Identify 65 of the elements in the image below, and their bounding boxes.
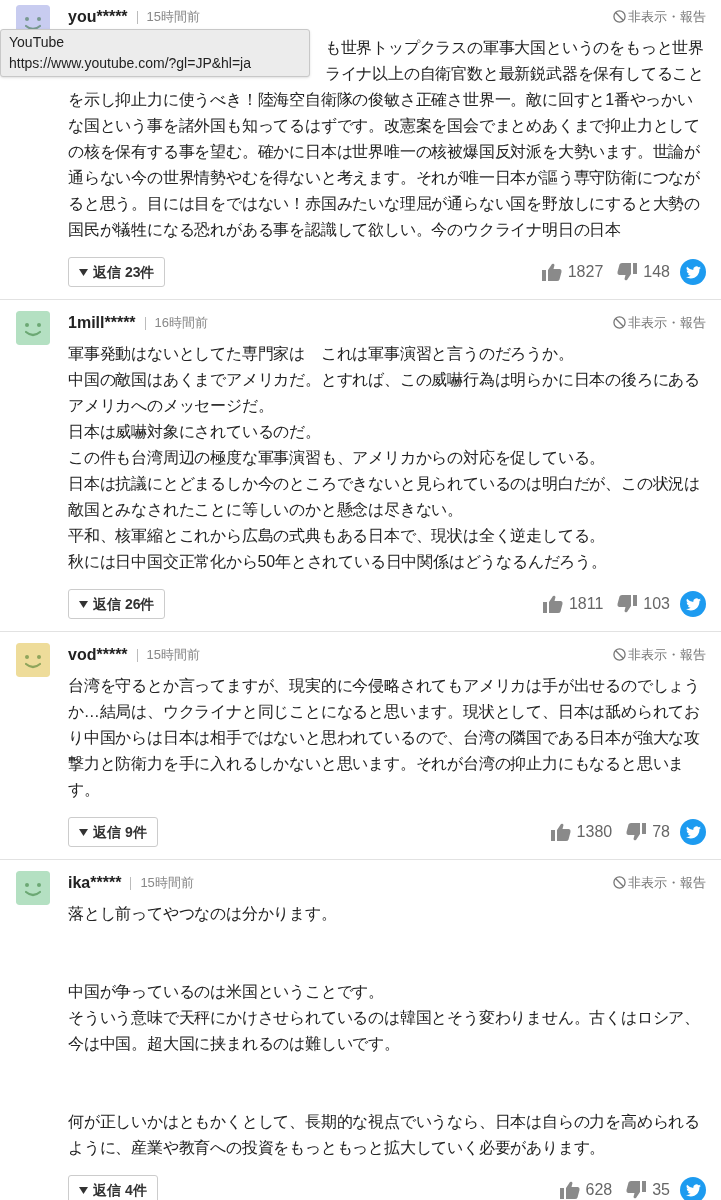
block-icon [613,316,626,330]
thumbs-up-icon[interactable] [542,595,563,613]
comment-text: 中国が争っているのは米国ということです。 [68,982,385,1002]
timestamp: 16時間前 [154,314,209,333]
thumbs-up-icon[interactable] [541,263,562,281]
thumbs-up-icon[interactable] [559,1181,580,1199]
thumbs-down-icon[interactable] [617,263,638,281]
block-icon [613,648,626,662]
thumbs-down-icon[interactable] [626,1181,647,1199]
comment-text-line: も世界トップクラスの軍事大国というのをもっと世界 [324,38,704,58]
comment-text: を示し抑止力に使うべき！陸海空自衛隊の俊敏さ正確さ世界一。敵に回すと1番やっかいな国という事を諸外国も知ってるはずです。改憲案を国会でまとめあくまで抑止力としての核を保有する事を望む。確かに日本は世界唯一の核被爆国反対派を大勢います。世論が通らない今の世界情勢やむを得ないと考えます。それが唯一日本が謳う専守防衛につながると思う。目には目をではない！赤国みたいな理屈が通らない国を野放しにすると大勢の国民が犠牲になる恐れがある事を認識して欲しい。今のウクライナ明日の日本 [68,90,701,240]
bird-icon [685,265,701,279]
hide-report-link[interactable]: 非表示・報告 [613,313,706,333]
comment-text: 秋には日中国交正常化から50年とされている日中関係はどうなるんだろう。 [68,552,608,572]
like-count: 1811 [568,594,604,614]
caret-down-icon [79,268,88,276]
thumbs-up-icon[interactable] [550,823,571,841]
caret-down-icon [79,828,88,836]
comment-text: この件も台湾周辺の極度な軍事演習も、アメリカからの対応を促している。 [68,448,607,468]
thumbs-down-icon[interactable] [626,823,647,841]
replies-button[interactable]: 返信 9件 [68,817,158,847]
comment-text: 何が正しいかはともかくとして、長期的な視点でいうなら、日本は自らの力を高められるように、産業や教育への投資をもっともっと拡大していく必要があります。 [68,1112,701,1158]
timestamp: 15時間前 [146,8,201,27]
twitter-share-button[interactable] [680,1177,706,1200]
dislike-count: 35 [652,1180,670,1200]
hide-report-link[interactable]: 非表示・報告 [613,873,706,893]
block-icon [613,876,626,890]
dislike-count: 78 [652,822,670,842]
block-icon [613,10,626,24]
tooltip-title: YouTube [9,33,65,52]
caret-down-icon [79,600,88,608]
comment-text: 日本は抗議にとどまるしか今のところできないと見られているのは明白だが、この状況は敵国とみなされたことに等しいのかと懸念は尽きない。 [68,474,701,520]
username[interactable]: you***** [68,5,128,29]
twitter-share-button[interactable] [680,591,706,617]
timestamp: 15時間前 [146,646,201,665]
comment-text: 台湾を守るとか言ってますが、現実的に今侵略されてもアメリカは手が出せるのでしょうか…結局は、ウクライナと同じことになると思います。現状として、日本は舐められており中国からは日本は相手ではないと思われているので、台湾の隣国である日本が強大な攻撃力と防衛力を手に入れるしかないと思います。それが台湾の抑止力にもなると思います。 [68,676,701,800]
dislike-count: 103 [643,594,670,614]
hide-report-link[interactable]: 非表示・報告 [613,645,706,665]
comment-text: 軍事発動はないとしてた専門家は これは軍事演習と言うのだろうか。 [68,344,575,364]
replies-button[interactable]: 返信 23件 [68,257,166,287]
twitter-share-button[interactable] [680,819,706,845]
replies-button[interactable]: 返信 4件 [68,1175,158,1200]
bird-icon [685,597,701,611]
comment-text-line: ライナ以上の自衛官数と最新鋭武器を保有してること [324,64,704,84]
caret-down-icon [79,1186,88,1194]
username[interactable]: 1mill***** [68,311,136,335]
comment-text: 日本は威嚇対象にされているのだ。 [68,422,322,442]
like-count: 1827 [567,262,604,282]
bird-icon [685,1183,701,1197]
username[interactable]: ika***** [68,871,122,895]
bird-icon [685,825,701,839]
tooltip-url: https://www.youtube.com/?gl=JP&hl=ja [9,54,253,73]
comment-text: そういう意味で天秤にかけさせられているのは韓国とそう変わりません。古くはロシア、今は中国。超大国に挟まれるのは難しいです。 [68,1008,701,1054]
comment-text: 落とし前ってやつなのは分かります。 [68,904,338,924]
thumbs-down-icon[interactable] [617,595,638,613]
like-count: 628 [585,1180,613,1200]
comment-text: 中国の敵国はあくまでアメリカだ。とすれば、この威嚇行為は明らかに日本の後ろにあるアメリカへのメッセージだ。 [68,370,701,416]
twitter-share-button[interactable] [680,259,706,285]
like-count: 1380 [576,822,613,842]
comment-text: 平和、核軍縮とこれから広島の式典もある日本で、現状は全く逆走してる。 [68,526,607,546]
timestamp: 15時間前 [140,874,194,893]
replies-button[interactable]: 返信 26件 [68,589,166,619]
username[interactable]: vod***** [68,643,128,667]
dislike-count: 148 [643,262,670,282]
hide-report-link[interactable]: 非表示・報告 [613,7,706,27]
